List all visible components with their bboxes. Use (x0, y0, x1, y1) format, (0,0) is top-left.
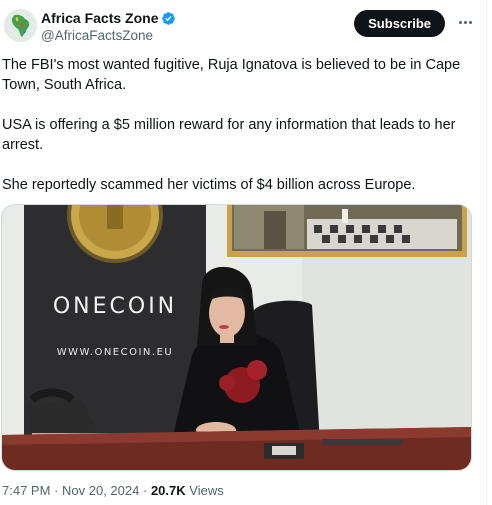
photo-scene: ONECOIN WWW.ONECOIN.EU (2, 205, 471, 470)
more-dot (468, 20, 472, 24)
verified-badge-icon (162, 11, 176, 25)
tweet-paragraph: She reportedly scammed her victims of $4… (2, 177, 416, 193)
africa-logo-icon (4, 9, 37, 42)
tweet-paragraph: USA is offering a $5 million reward for … (2, 117, 456, 153)
tweet-photo[interactable]: ONECOIN WWW.ONECOIN.EU (1, 204, 472, 471)
views-label: Views (189, 483, 224, 498)
banner-url: WWW.ONECOIN.EU (57, 347, 173, 358)
more-dot (463, 20, 467, 24)
wall-painting (227, 205, 467, 257)
tweet-meta: 7:47 PM · Nov 20, 2024 · 20.7K Views (2, 483, 224, 499)
meta-separator: · (54, 483, 59, 498)
subscribe-button[interactable]: Subscribe (354, 10, 445, 37)
onecoin-banner: ONECOIN WWW.ONECOIN.EU (24, 205, 206, 435)
views-count[interactable]: 20.7K (151, 483, 186, 498)
tweet-time[interactable]: 7:47 PM (2, 483, 50, 498)
tweet-header: Africa Facts Zone @AfricaFactsZone Subsc… (4, 9, 483, 45)
author-display-name[interactable]: Africa Facts Zone (41, 10, 158, 26)
avatar[interactable] (4, 9, 37, 42)
more-dot (458, 20, 462, 24)
author-name-row: Africa Facts Zone (41, 10, 176, 26)
more-horizontal-icon[interactable] (455, 14, 475, 30)
tweet-date[interactable]: Nov 20, 2024 (62, 483, 139, 498)
timeline-border (486, 0, 487, 505)
banner-title: ONECOIN (53, 294, 177, 319)
author-handle[interactable]: @AfricaFactsZone (41, 28, 153, 44)
meta-separator: · (142, 483, 148, 498)
tweet-paragraph: The FBI's most wanted fugitive, Ruja Ign… (2, 57, 461, 93)
